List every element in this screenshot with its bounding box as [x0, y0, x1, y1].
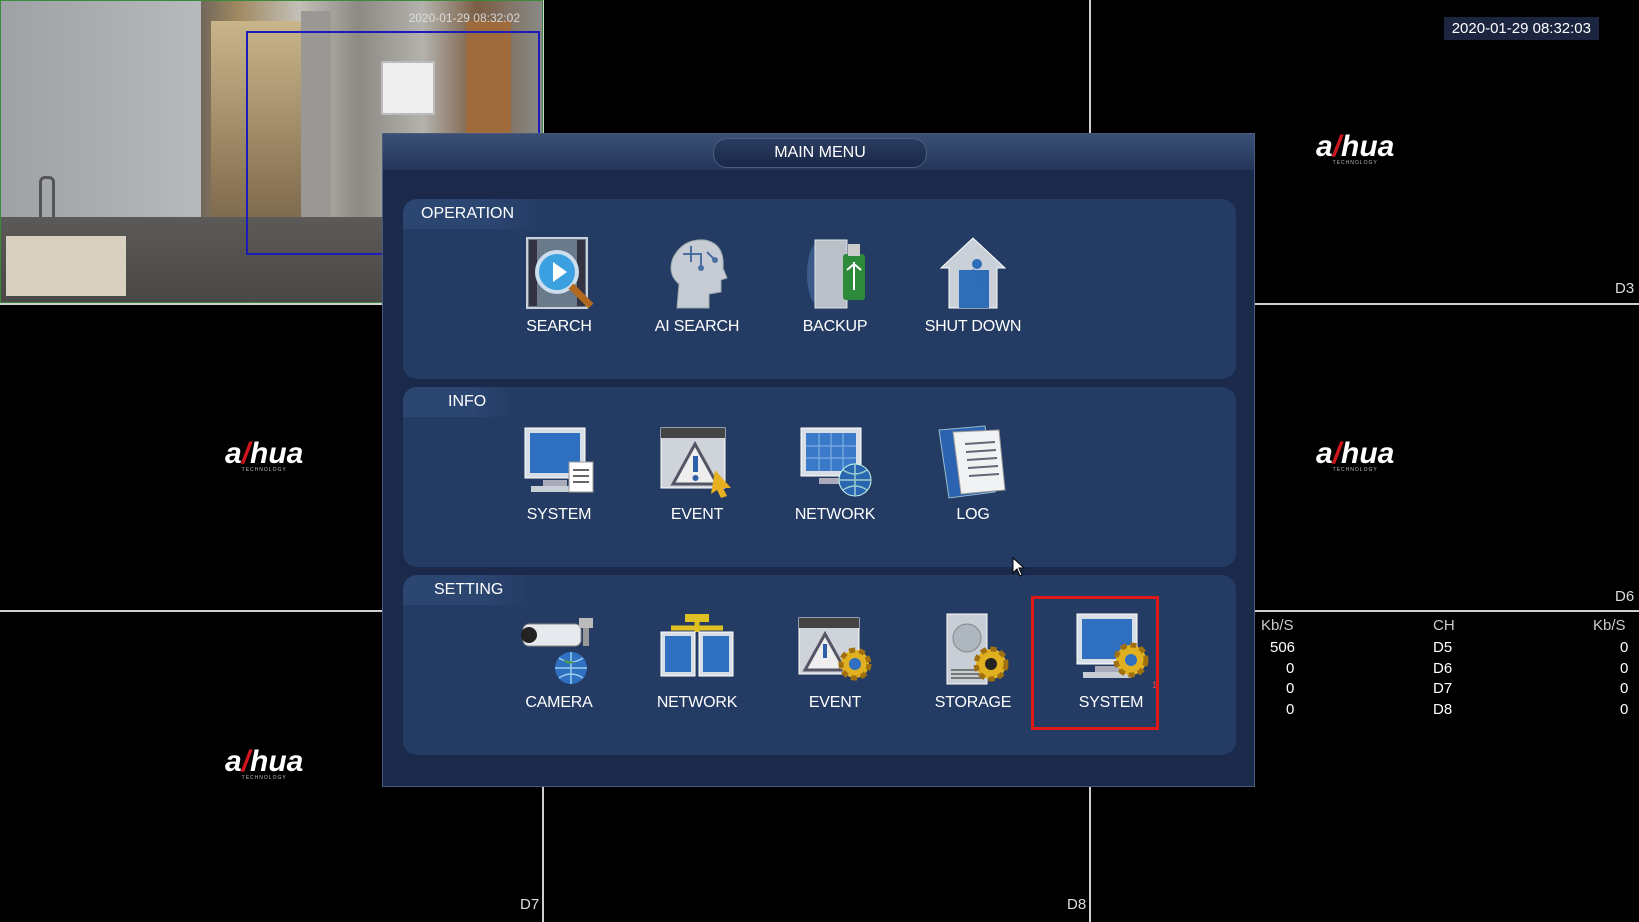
dahua-logo: a/hua TECHNOLOGY [1316, 130, 1395, 166]
menu-item-label: LOG [956, 506, 990, 523]
stats-value: 0 [1286, 680, 1295, 697]
warning-window-icon [657, 422, 737, 502]
stats-header-ch: CH [1433, 617, 1455, 634]
menu-item-label: SEARCH [526, 318, 592, 335]
channel-label-d8: D8 [1067, 896, 1087, 913]
menu-item-label: SHUT DOWN [924, 318, 1022, 335]
stats-value: 0 [1620, 680, 1629, 697]
menu-item-label: AI SEARCH [654, 318, 740, 335]
channel-label-d7: D7 [520, 896, 540, 913]
menu-item-label: NETWORK [794, 506, 876, 523]
menu-item-info-log[interactable]: LOG [913, 422, 1033, 524]
stats-channel: D7 [1433, 680, 1453, 697]
section-label: OPERATION [403, 199, 543, 229]
stats-row: 0 D7 0 [1258, 680, 1628, 700]
menu-item-ai-search[interactable]: AI SEARCH [637, 234, 757, 336]
menu-item-storage[interactable]: STORAGE [913, 610, 1033, 712]
network-globe-icon [795, 422, 875, 502]
menu-item-setting-network[interactable]: NETWORK [637, 610, 757, 712]
mouse-cursor-icon [1012, 556, 1026, 582]
stats-channel: D6 [1433, 660, 1453, 677]
section-operation: OPERATION SEARCH AI SEARCH BACKUP SHUT D… [403, 199, 1236, 379]
stats-row: 0 D8 0 [1258, 701, 1628, 721]
menu-item-label: NETWORK [656, 694, 738, 711]
backup-usb-icon [795, 234, 875, 314]
highlight-box [1031, 596, 1159, 730]
stats-value: 506 [1270, 639, 1296, 656]
system-timestamp: 2020-01-29 08:32:03 [1443, 17, 1599, 40]
menu-item-search[interactable]: SEARCH [499, 234, 619, 336]
menu-item-camera[interactable]: CAMERA [499, 610, 619, 712]
menu-item-label: EVENT [808, 694, 862, 711]
stats-row: 0 D6 0 [1258, 660, 1628, 680]
section-info: INFO SYSTEM EVENT NETWORK LOG [403, 387, 1236, 567]
stats-value: 0 [1620, 660, 1629, 677]
menu-title: MAIN MENU [713, 138, 927, 168]
menu-item-shut-down[interactable]: SHUT DOWN [913, 234, 1033, 336]
dahua-logo: a/hua TECHNOLOGY [225, 437, 304, 473]
stats-channel: D8 [1433, 701, 1453, 718]
stats-header-kbs-left: Kb/S [1261, 617, 1294, 634]
menu-item-backup[interactable]: BACKUP [775, 234, 895, 336]
network-monitors-icon [657, 610, 737, 690]
stats-value: 0 [1620, 701, 1629, 718]
channel-label-d3: D3 [1615, 280, 1635, 297]
search-icon [519, 234, 599, 314]
stats-row: 506 D5 0 [1258, 639, 1628, 659]
stats-value: 0 [1620, 639, 1629, 656]
menu-item-label: EVENT [670, 506, 724, 523]
stats-value: 0 [1286, 660, 1295, 677]
camera-globe-icon [519, 610, 599, 690]
monitor-info-icon [519, 422, 599, 502]
feed-timestamp: 2020-01-29 08:32:02 [408, 11, 520, 25]
event-gear-icon [795, 610, 875, 690]
stats-header: Kb/S CH Kb/S [1258, 617, 1628, 637]
menu-item-info-network[interactable]: NETWORK [775, 422, 895, 524]
menu-item-label: SYSTEM [526, 506, 592, 523]
main-menu-dialog: MAIN MENU OPERATION SEARCH AI SEARCH BAC… [382, 133, 1255, 787]
dahua-logo: a/hua TECHNOLOGY [225, 745, 304, 781]
stats-header-kbs-right: Kb/S [1593, 617, 1626, 634]
dahua-logo: a/hua TECHNOLOGY [1316, 437, 1395, 473]
section-label: SETTING [403, 575, 532, 605]
menu-item-info-event[interactable]: EVENT [637, 422, 757, 524]
ai-head-icon [657, 234, 737, 314]
storage-gear-icon [933, 610, 1013, 690]
menu-item-info-system[interactable]: SYSTEM [499, 422, 619, 524]
menu-item-setting-event[interactable]: EVENT [775, 610, 895, 712]
channel-label-d6: D6 [1615, 588, 1635, 605]
menu-item-label: CAMERA [525, 694, 593, 711]
shutdown-house-icon [933, 234, 1013, 314]
menu-item-label: BACKUP [802, 318, 868, 335]
menu-item-label: STORAGE [934, 694, 1012, 711]
stats-value: 0 [1286, 701, 1295, 718]
stats-channel: D5 [1433, 639, 1453, 656]
section-label: INFO [403, 387, 515, 417]
log-book-icon [933, 422, 1013, 502]
